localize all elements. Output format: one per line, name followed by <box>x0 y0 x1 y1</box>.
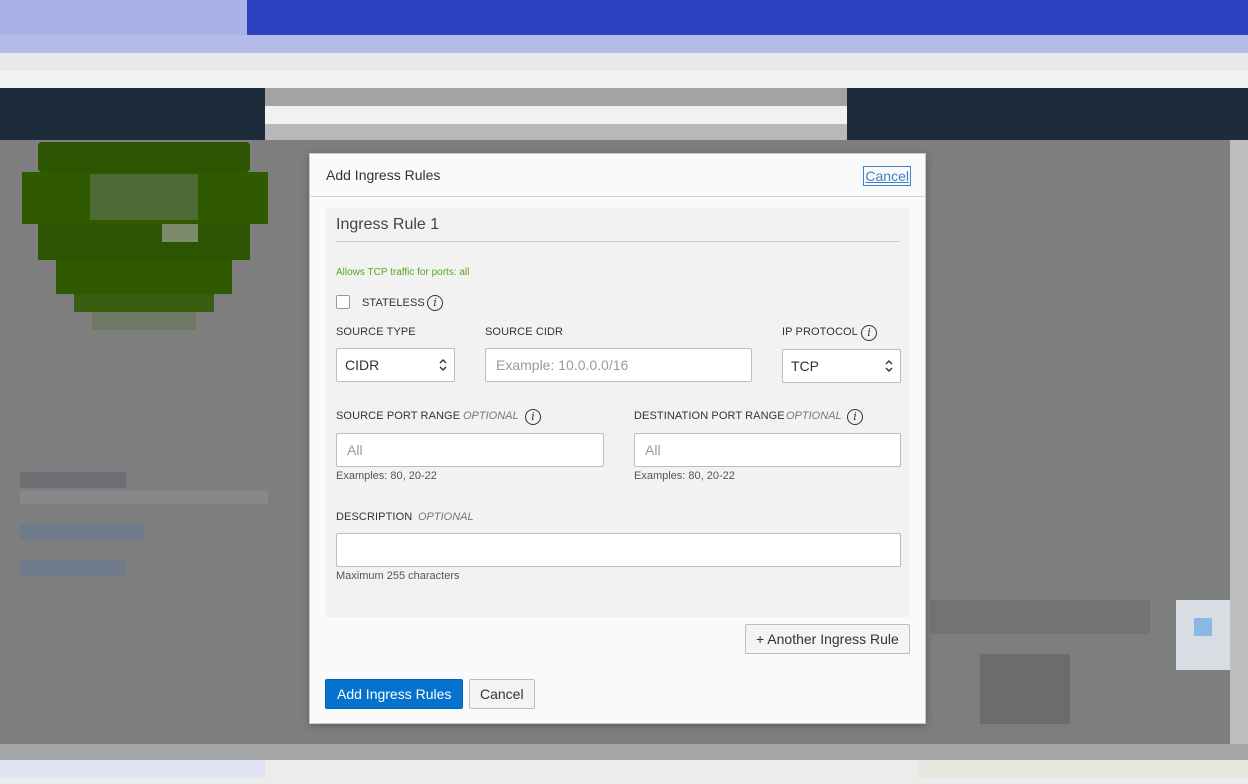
info-icon[interactable]: i <box>525 409 541 425</box>
chevron-up-down-icon <box>885 360 893 372</box>
ip-protocol-label: IP PROTOCOL <box>782 326 858 338</box>
source-port-range-input[interactable] <box>336 433 604 467</box>
destination-port-range-input[interactable] <box>634 433 901 467</box>
stateless-label: STATELESS <box>362 297 425 309</box>
description-input[interactable] <box>336 533 901 567</box>
ingress-rule-panel: Ingress Rule 1 Allows TCP traffic for po… <box>326 208 910 617</box>
source-type-select[interactable]: CIDR <box>336 348 455 382</box>
source-cidr-label: SOURCE CIDR <box>485 326 564 338</box>
source-type-label: SOURCE TYPE <box>336 326 416 338</box>
dialog-title: Add Ingress Rules <box>326 167 441 183</box>
source-port-range-label: SOURCE PORT RANGE <box>336 410 461 422</box>
add-another-ingress-rule-button[interactable]: + Another Ingress Rule <box>745 624 910 654</box>
info-icon[interactable]: i <box>427 295 443 311</box>
ip-protocol-value: TCP <box>791 358 819 374</box>
description-label: DESCRIPTION <box>336 511 413 523</box>
source-port-hint: Examples: 80, 20-22 <box>336 470 437 482</box>
ingress-rule-title: Ingress Rule 1 <box>336 216 900 242</box>
destination-port-hint: Examples: 80, 20-22 <box>634 470 735 482</box>
header-cancel-link[interactable]: Cancel <box>863 166 911 186</box>
source-type-value: CIDR <box>345 357 380 373</box>
stateless-checkbox[interactable] <box>336 295 350 309</box>
cancel-button[interactable]: Cancel <box>469 679 535 709</box>
chevron-up-down-icon <box>439 359 447 371</box>
destination-port-range-label: DESTINATION PORT RANGE <box>634 410 785 422</box>
dialog-header: Add Ingress Rules Cancel <box>310 154 925 197</box>
rule-summary: Allows TCP traffic for ports: all <box>336 267 470 278</box>
source-cidr-input[interactable] <box>485 348 752 382</box>
ip-protocol-select[interactable]: TCP <box>782 349 901 383</box>
destination-port-optional-tag: OPTIONAL <box>786 410 842 422</box>
info-icon[interactable]: i <box>861 325 877 341</box>
add-ingress-rules-button[interactable]: Add Ingress Rules <box>325 679 464 709</box>
info-icon[interactable]: i <box>847 409 863 425</box>
description-hint: Maximum 255 characters <box>336 570 460 582</box>
add-ingress-rules-dialog: Add Ingress Rules Cancel Ingress Rule 1 … <box>309 153 926 724</box>
description-optional-tag: OPTIONAL <box>418 511 474 523</box>
source-port-optional-tag: OPTIONAL <box>463 410 519 422</box>
